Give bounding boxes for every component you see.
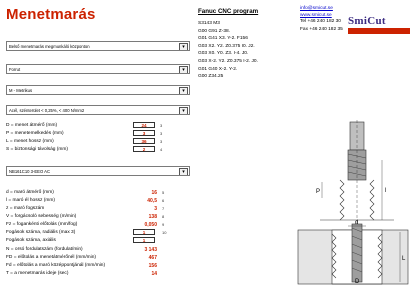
cnc-line: G03 X0. Y0. Z3. I-4. J0.	[198, 51, 249, 57]
result-value: 156	[148, 263, 157, 269]
cnc-line: G00 G91 Z-38.	[198, 28, 230, 34]
cutter-select-value: NB161C10 3-EEO AC	[9, 169, 50, 174]
param-index: 9	[162, 222, 165, 227]
param-label: D = menet átmérő (mm)	[6, 123, 58, 128]
page-title: Menetmarás	[6, 6, 96, 23]
result-label: FD = előtolás a menetátmérőnél (mm/min)	[6, 255, 96, 260]
param-index: 3	[160, 139, 163, 144]
param-index: 3	[160, 123, 163, 128]
tool-type-select[interactable]: Forrut ▾	[6, 64, 190, 74]
param-label: Fogások száma, axiális	[6, 238, 56, 243]
param-index: 10	[162, 230, 167, 235]
operation-select-value: Belső menetmarás megmunkáló központon	[9, 44, 90, 49]
logo-stripe	[348, 28, 410, 34]
email-link[interactable]: info@smicut.se	[300, 5, 343, 13]
param-index: 3	[160, 131, 163, 136]
cnc-line: G00 Z34.25	[198, 74, 224, 80]
dim-l-label: l	[385, 188, 386, 194]
material-select-value: Acél, szénterület < 0,25%, < 400 N/mm2	[9, 108, 85, 113]
chevron-down-icon[interactable]: ▾	[179, 66, 188, 73]
thread-diameter-input[interactable]: 24	[133, 122, 155, 128]
param-index: 4	[160, 147, 163, 152]
param-value: 0,050	[144, 222, 157, 228]
param-label: Fogások száma, radiális (max 3)	[6, 230, 76, 235]
logo-text: SmiCut	[348, 15, 386, 27]
param-value: 138	[148, 214, 157, 220]
cnc-program: S3143 M3 G00 G91 Z-38. G01 G41 X3. Y-2. …	[198, 20, 258, 81]
param-index: 5	[162, 190, 165, 195]
chevron-down-icon[interactable]: ▾	[179, 168, 188, 175]
param-label: d = maró átmérő (mm)	[6, 190, 54, 195]
axial-passes-input[interactable]: 1	[133, 237, 155, 243]
cutter-select[interactable]: NB161C10 3-EEO AC ▾	[6, 166, 190, 176]
cnc-line: S3143 M3	[198, 21, 220, 26]
thread-length-input[interactable]: 36	[133, 138, 155, 144]
result-label: Fd = előtolás a maró középpontjánál (mm/…	[6, 263, 106, 268]
radial-passes-input[interactable]: 1	[133, 229, 155, 235]
thread-type-select[interactable]: M - Metrikus ▾	[6, 85, 190, 95]
tool-type-select-value: Forrut	[9, 67, 21, 72]
param-label: z = maró fogszám	[6, 206, 45, 211]
thread-milling-diagram: P l d D L	[297, 120, 409, 285]
cnc-program-heading[interactable]: Fanuc CNC program	[198, 8, 258, 15]
cnc-line: G01 G41 X3. Y-2. F156	[198, 36, 248, 42]
cnc-line: G01 G40 X-2. Y-2.	[198, 66, 238, 72]
contact-tel: Tel +46 240 182 30	[300, 19, 341, 24]
contact-block: info@smicut.se www.smicut.se Tel +46 240…	[300, 5, 343, 34]
result-label: T = a menetmarás ideje (sec)	[6, 271, 69, 276]
param-label: S = biztonsági távolság (mm)	[6, 147, 68, 152]
pitch-input[interactable]: 3	[133, 130, 155, 136]
chevron-down-icon[interactable]: ▾	[179, 43, 188, 50]
thread-type-select-value: M - Metrikus	[9, 88, 33, 93]
result-value: 467	[148, 255, 157, 261]
param-value: 16	[151, 190, 157, 196]
param-index: 6	[162, 198, 165, 203]
dim-p-label: P	[316, 189, 320, 195]
chevron-down-icon[interactable]: ▾	[179, 87, 188, 94]
safety-distance-input[interactable]: 2	[133, 146, 155, 152]
result-value: 3 143	[144, 247, 157, 253]
logo: SmiCut	[348, 15, 410, 34]
dim-d-label: d	[355, 220, 358, 226]
material-select[interactable]: Acél, szénterület < 0,25%, < 400 N/mm2 ▾	[6, 105, 190, 115]
param-label: V = forgácsoló sebesség (m/min)	[6, 214, 77, 219]
contact-fax: Fax +46 240 182 35	[300, 27, 343, 32]
param-label: L = menet hossz (mm)	[6, 139, 54, 144]
param-index: 8	[162, 214, 165, 219]
param-label: Fz = fogankénti előtolás (mm/fog)	[6, 222, 78, 227]
result-value: 14	[151, 271, 157, 277]
param-index: 7	[162, 206, 165, 211]
param-value: 3	[154, 206, 157, 212]
param-label: l = maró él hossz (mm)	[6, 198, 55, 203]
cnc-line: G03 X-2. Y2. Z0.375 I-2. J0.	[198, 58, 258, 64]
operation-select[interactable]: Belső menetmarás megmunkáló központon ▾	[6, 41, 190, 51]
param-value: 40,5	[147, 198, 157, 204]
chevron-down-icon[interactable]: ▾	[179, 107, 188, 114]
dim-D-label: D	[355, 279, 360, 285]
workpiece	[297, 223, 409, 285]
result-label: N = orsó fordulatszám (fordulat/min)	[6, 247, 83, 252]
cnc-line: G03 X2. Y2. Z0.375 I0. J2.	[198, 43, 255, 49]
param-label: P = menetemelkedés (mm)	[6, 131, 64, 136]
